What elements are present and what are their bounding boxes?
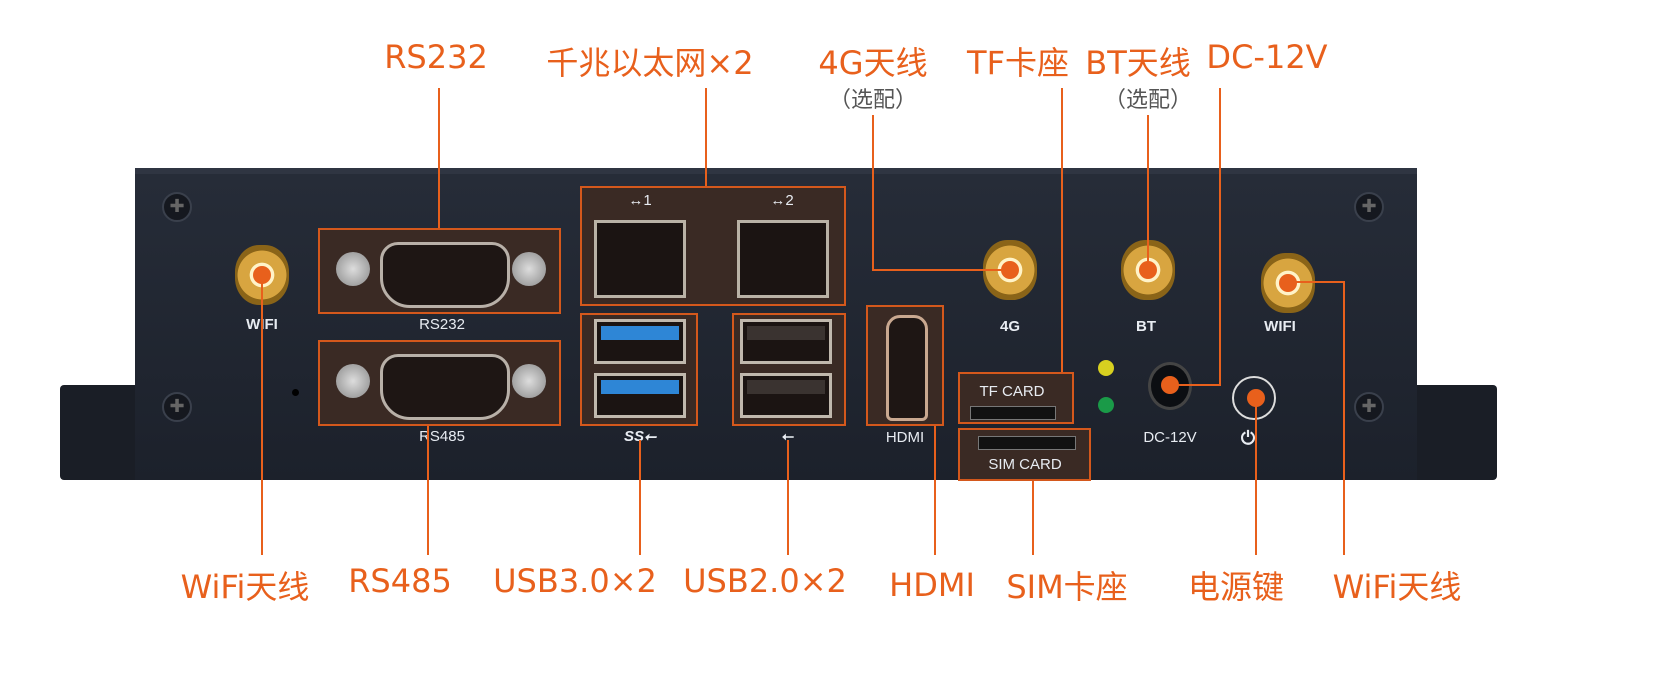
line-wifi-right: [1288, 281, 1345, 555]
callout-wifi-antenna-left: WiFi天线: [180, 568, 310, 606]
callout-power-key: 电源键: [1187, 568, 1285, 606]
callout-rs232: RS232: [384, 38, 488, 76]
marker-dot: [1001, 261, 1019, 279]
callout-tf-slot: TF卡座: [967, 44, 1069, 82]
line-4g: [872, 115, 1010, 271]
product-annotation-diagram: ✚ ✚ ✚ ✚ ↔1 ↔2 WIFI RS232 RS485 SS⭠ ⭠ HDM…: [0, 0, 1668, 692]
callout-4g-optional: （选配）: [828, 88, 918, 113]
line-dc: [1170, 88, 1221, 386]
callout-4g-antenna: 4G天线: [818, 44, 928, 82]
marker-dot: [1279, 274, 1297, 292]
marker-dot: [1139, 261, 1157, 279]
callout-usb3: USB3.0×2: [493, 562, 657, 600]
callout-sim-slot: SIM卡座: [1006, 568, 1128, 606]
callout-bt-antenna: BT天线: [1085, 44, 1191, 82]
callout-ethernet: 千兆以太网×2: [546, 44, 754, 82]
callout-rs485: RS485: [348, 562, 452, 600]
marker-dot: [1161, 376, 1179, 394]
marker-dot: [253, 266, 271, 284]
callout-dc-12v: DC-12V: [1206, 38, 1328, 76]
callout-wifi-antenna-right: WiFi天线: [1332, 568, 1462, 606]
callout-usb2: USB2.0×2: [683, 562, 847, 600]
callout-hdmi: HDMI: [889, 566, 975, 604]
callout-bt-optional: （选配）: [1103, 88, 1193, 113]
marker-dot: [1247, 389, 1265, 407]
